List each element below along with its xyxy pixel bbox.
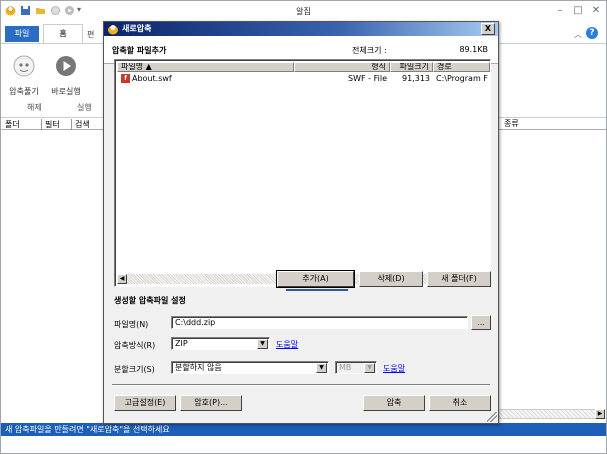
main-horizontal-scrollbar[interactable]: ▶ xyxy=(495,409,605,419)
method-label: 압축방식(R) xyxy=(114,341,156,350)
column-header-type[interactable]: 종류 xyxy=(481,118,606,130)
tab-edit[interactable]: 편 xyxy=(87,29,94,40)
split-label: 분할크기(S) xyxy=(114,365,155,374)
chevron-down-icon: ▼ xyxy=(364,363,375,373)
statusbar: 새 압축파일을 만들려면 "새로압축"을 선택하세요 xyxy=(1,421,606,454)
scroll-left-button[interactable]: ◀ xyxy=(117,274,127,284)
ribbon-collapse-icon[interactable]: ︿ xyxy=(574,29,582,40)
filename-input[interactable] xyxy=(171,316,468,329)
dialog-logo-icon xyxy=(108,25,118,35)
advanced-settings-button[interactable]: 고급설정(E) xyxy=(114,395,176,411)
add-button[interactable]: 추가(A) xyxy=(276,270,355,288)
status-text: 새 압축파일을 만들려면 "새로압축"을 선택하세요 xyxy=(1,423,606,436)
password-button[interactable]: 암호(P)... xyxy=(180,395,242,411)
browse-button[interactable]: ... xyxy=(471,315,491,330)
main-scroll-right-button[interactable]: ▶ xyxy=(595,409,605,419)
cancel-button[interactable]: 취소 xyxy=(429,395,491,411)
close-button[interactable]: ✕ xyxy=(588,4,604,18)
file-list[interactable]: 파일명 ▲ 형식 파일크기 경로 f About.swf SWF - File … xyxy=(114,59,491,287)
column-header-name[interactable]: 파일명 ▲ xyxy=(117,62,294,72)
dialog-titlebar: 새로압축 X xyxy=(104,22,498,36)
split-unit-value: MB xyxy=(339,363,352,372)
tab-home[interactable]: 홈 xyxy=(43,24,83,43)
extract-button-label: 압축풀기 xyxy=(9,87,39,96)
search-tab[interactable]: 검색 xyxy=(71,119,90,130)
compress-button[interactable]: 압축 xyxy=(363,395,425,411)
divider xyxy=(112,384,490,386)
method-help-link[interactable]: 도움말 xyxy=(276,339,298,350)
total-size-label: 전체크기 : xyxy=(352,46,387,55)
add-files-heading: 압축할 파일추가 xyxy=(112,46,167,55)
dialog-title: 새로압축 xyxy=(122,24,152,33)
dialog-close-button[interactable]: X xyxy=(481,23,495,35)
run-button-label: 바로실행 xyxy=(51,87,81,96)
extract-button[interactable]: 압축풀기 xyxy=(3,54,45,97)
split-help-link[interactable]: 도움말 xyxy=(383,363,405,374)
method-select-value: ZIP xyxy=(175,339,188,348)
resize-grip[interactable] xyxy=(487,412,497,422)
split-unit-select: MB ▼ xyxy=(335,361,377,374)
help-icon[interactable]: ? xyxy=(586,27,598,39)
extract-large-icon xyxy=(13,55,35,77)
split-size-value: 분할하지 않음 xyxy=(175,363,222,372)
file-name: About.swf xyxy=(132,74,172,83)
new-archive-dialog: 새로압축 X 압축할 파일추가 전체크기 : 89.1KB 파일명 ▲ 형식 파… xyxy=(103,21,499,424)
tab-file[interactable]: 파일 xyxy=(5,26,39,42)
swf-file-icon: f xyxy=(121,74,130,83)
minimize-button[interactable]: – xyxy=(552,4,568,18)
file-row[interactable]: f About.swf SWF - File 91,313 C:\Program… xyxy=(117,73,490,84)
delete-button[interactable]: 삭제(D) xyxy=(359,271,423,287)
ribbon-group-extract: 해제 xyxy=(27,103,42,112)
add-button-focus-underline xyxy=(286,289,348,291)
run-button[interactable]: 바로실행 xyxy=(45,54,87,97)
ribbon-group-run: 실행 xyxy=(77,103,92,112)
column-header-format[interactable]: 형식 xyxy=(294,62,390,72)
run-large-icon xyxy=(56,56,76,76)
file-type: SWF - File xyxy=(348,74,387,83)
filter-tab[interactable]: 필터 xyxy=(41,119,60,130)
folder-tab[interactable]: 폴더 xyxy=(5,119,20,130)
main-window-title: 알집 xyxy=(296,7,311,16)
file-path: C:\Program F xyxy=(436,74,488,83)
main-titlebar: ▾ 알집 – □ ✕ xyxy=(1,1,606,22)
archive-settings-heading: 생성할 압축파일 설정 xyxy=(114,296,186,305)
file-list-header: 파일명 ▲ 형식 파일크기 경로 xyxy=(117,62,490,72)
column-header-size[interactable]: 파일크기 xyxy=(390,62,433,72)
chevron-down-icon[interactable]: ▼ xyxy=(316,363,327,373)
maximize-button[interactable]: □ xyxy=(570,4,586,18)
method-select[interactable]: ZIP ▼ xyxy=(171,337,270,350)
new-folder-button[interactable]: 새 폴더(F) xyxy=(427,271,491,287)
chevron-down-icon[interactable]: ▼ xyxy=(257,339,268,349)
file-size: 91,313 xyxy=(402,74,430,83)
filename-label: 파일명(N) xyxy=(114,320,149,329)
column-header-path[interactable]: 경로 xyxy=(433,62,490,72)
split-size-select[interactable]: 분할하지 않음 ▼ xyxy=(171,361,329,374)
total-size-value: 89.1KB xyxy=(459,45,488,54)
